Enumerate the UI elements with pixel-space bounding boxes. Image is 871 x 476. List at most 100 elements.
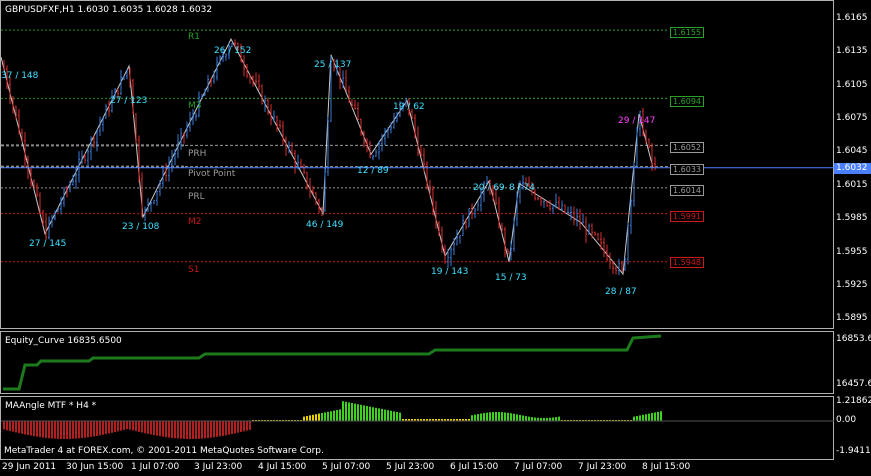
maangle-bar — [222, 421, 224, 436]
zigzag-label: 20 / 69 — [473, 183, 505, 193]
maangle-bar — [324, 412, 326, 421]
maangle-bar — [171, 421, 173, 438]
time-tick: 4 Jul 15:00 — [258, 462, 307, 472]
maangle-bar — [552, 417, 554, 421]
time-tick: 8 Jul 15:00 — [642, 462, 691, 472]
maangle-bar — [150, 421, 152, 435]
maangle-bar — [369, 406, 371, 421]
maangle-bar — [105, 421, 107, 435]
maangle-bar — [87, 421, 89, 438]
maangle-bar — [390, 410, 392, 421]
maangle-bar — [321, 413, 323, 421]
zigzag-label: 15 / 73 — [495, 273, 527, 283]
maangle-bar — [204, 421, 206, 439]
maangle-bar — [141, 421, 143, 433]
maangle-bar — [207, 421, 209, 439]
price-chart[interactable] — [1, 1, 835, 330]
maangle-bar — [510, 413, 512, 421]
maangle-bar — [186, 421, 188, 439]
time-tick: 7 Jul 07:00 — [514, 462, 563, 472]
maangle-bar — [174, 421, 176, 439]
maangle-bar — [477, 414, 479, 421]
maangle-bar — [126, 421, 128, 430]
maangle-bar — [219, 421, 221, 437]
level-label-m2: M2 — [188, 217, 202, 227]
level-value-m3: 1.6094 — [670, 96, 704, 107]
maangle-bar — [243, 421, 245, 432]
maangle-bar — [210, 421, 212, 438]
maangle-bar — [330, 411, 332, 421]
maangle-bar — [312, 414, 314, 421]
maangle-bar — [378, 408, 380, 421]
equity-curve-chart — [3, 334, 662, 391]
maangle-bar — [201, 421, 203, 439]
maangle-bar — [393, 411, 395, 421]
maangle-bar — [228, 421, 230, 435]
maangle-bar — [528, 416, 530, 421]
maangle-bar — [213, 421, 215, 438]
maangle-bar — [135, 421, 137, 432]
price-tick: 1.6165 — [836, 13, 868, 23]
maangle-bar — [15, 421, 17, 433]
zigzag-label: 25 / 137 — [314, 60, 352, 70]
maangle-bar — [513, 413, 515, 421]
equity-axis: 16853.6 16457.6 — [834, 331, 871, 394]
price-tick: 1.6075 — [836, 113, 868, 123]
maangle-bar — [642, 414, 644, 421]
maangle-bar — [75, 421, 77, 439]
price-tick: 1.5985 — [836, 213, 868, 223]
maangle-bar — [534, 417, 536, 421]
maangle-bar — [192, 421, 194, 439]
zigzag-label: 19 / 62 — [393, 102, 425, 112]
maangle-tick: -1.94112 — [836, 446, 871, 456]
level-value-prl: 1.6014 — [670, 185, 704, 196]
maangle-bar — [354, 403, 356, 421]
maangle-bar — [480, 413, 482, 421]
zigzag-label: 27 / 123 — [110, 96, 148, 106]
maangle-bar — [492, 412, 494, 421]
zigzag-label: 12 / 89 — [357, 166, 389, 176]
maangle-bar — [651, 413, 653, 421]
maangle-bar — [78, 421, 80, 439]
main-chart-panel[interactable]: GBPUSDFXF,H1 1.6030 1.6035 1.6028 1.6032… — [0, 0, 835, 330]
level-label-prh: PRH — [188, 149, 207, 159]
maangle-bar — [168, 421, 170, 438]
maangle-bar — [129, 421, 131, 430]
maangle-bar — [471, 415, 473, 421]
time-tick: 3 Jul 23:00 — [194, 462, 243, 472]
price-tick: 1.5955 — [836, 247, 868, 257]
maangle-bar — [306, 416, 308, 421]
maangle-bar — [123, 421, 125, 430]
maangle-bar — [54, 421, 56, 439]
maangle-bar — [162, 421, 164, 437]
maangle-bar — [501, 412, 503, 421]
maangle-bar — [504, 412, 506, 421]
copyright-text: MetaTrader 4 at FOREX.com, © 2001-2011 M… — [4, 446, 324, 456]
maangle-bar — [138, 421, 140, 432]
maangle-bar — [351, 403, 353, 421]
maangle-bar — [336, 410, 338, 421]
maangle-bar — [498, 412, 500, 421]
equity-title: Equity_Curve 16835.6500 — [5, 336, 122, 346]
level-label-prl: PRL — [188, 192, 205, 202]
maangle-bar — [654, 412, 656, 421]
maangle-bar — [111, 421, 113, 433]
maangle-bar — [120, 421, 122, 431]
maangle-bar — [387, 410, 389, 421]
maangle-bar — [114, 421, 116, 433]
maangle-bar — [69, 421, 71, 439]
maangle-bar — [3, 421, 5, 430]
maangle-bar — [36, 421, 38, 437]
maangle-bar — [237, 421, 239, 433]
maangle-bar — [24, 421, 26, 435]
maangle-bar — [60, 421, 62, 439]
time-tick: 30 Jun 15:00 — [66, 462, 124, 472]
maangle-bar — [303, 416, 305, 421]
maangle-bar — [156, 421, 158, 436]
level-value-prh: 1.6052 — [670, 142, 704, 153]
equity-curve-panel[interactable]: Equity_Curve 16835.6500 — [0, 331, 834, 394]
maangle-bar — [165, 421, 167, 438]
level-value-r1: 1.6155 — [670, 27, 704, 38]
maangle-bar — [147, 421, 149, 434]
maangle-bar — [117, 421, 119, 432]
